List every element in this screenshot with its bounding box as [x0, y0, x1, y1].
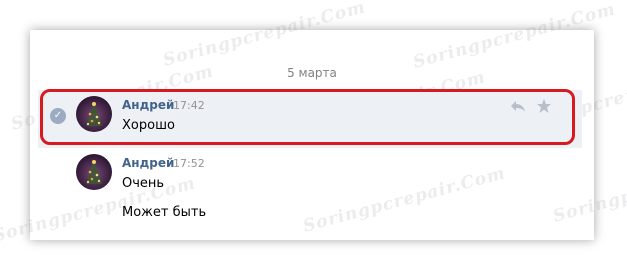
message-row[interactable]: ✓ Андрей 17:42 Хорошо: [38, 90, 582, 148]
message-author[interactable]: Андрей: [122, 98, 174, 112]
message-text: Может быть: [122, 205, 207, 220]
avatar[interactable]: [76, 96, 112, 132]
star-icon[interactable]: [536, 98, 552, 114]
message-author[interactable]: Андрей: [122, 156, 174, 170]
reply-icon[interactable]: [510, 98, 526, 114]
screenshot-stage: Soringpcrepair.Com Soringpcrepair.Com So…: [0, 0, 627, 269]
message-actions: [510, 98, 552, 114]
message-time[interactable]: 17:42: [173, 99, 205, 112]
message-history-panel: Soringpcrepair.Com Soringpcrepair.Com So…: [0, 0, 627, 247]
watermark: Soringpcrepair.Com: [410, 0, 618, 73]
message-text: Очень: [122, 176, 165, 191]
message-text: Хорошо: [122, 118, 175, 133]
date-separator: 5 марта: [287, 66, 337, 80]
watermark: Soringpcrepair.Com: [160, 0, 368, 71]
avatar[interactable]: [76, 154, 112, 190]
check-icon[interactable]: ✓: [50, 108, 66, 124]
message-time[interactable]: 17:52: [173, 157, 205, 170]
message-row[interactable]: Андрей 17:52 Очень Может быть: [38, 148, 582, 238]
